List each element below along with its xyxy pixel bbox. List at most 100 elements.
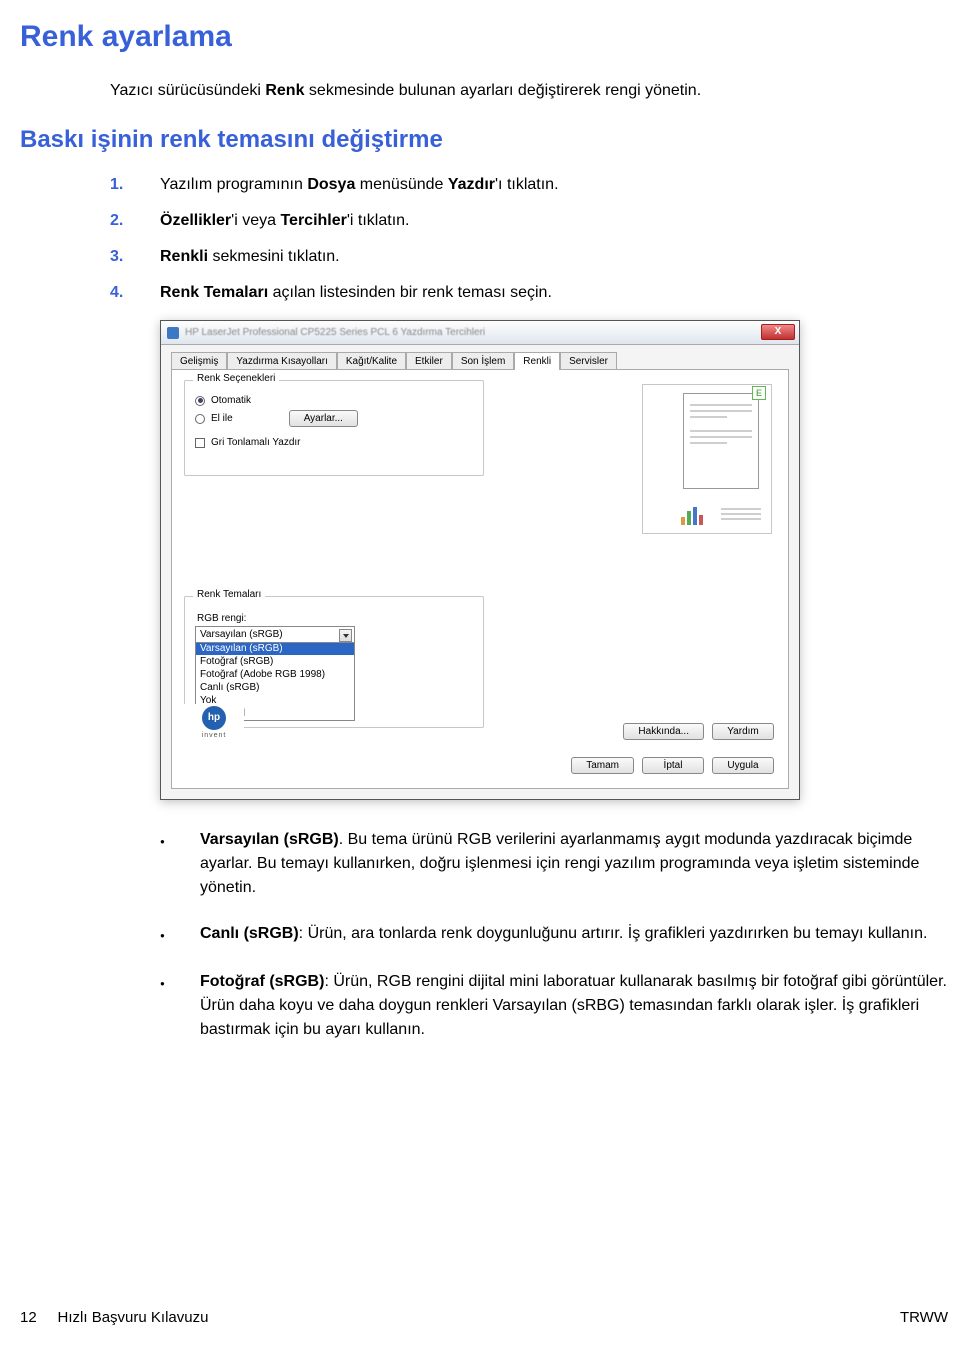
step-text: Özellikler'i veya Tercihler'i tıklatın. (160, 212, 960, 230)
tab-finishing[interactable]: Son İşlem (452, 352, 514, 370)
radio-auto-row[interactable]: Otomatik (195, 395, 473, 406)
footer-title: Hızlı Başvuru Kılavuzu (58, 1309, 209, 1326)
app-icon (167, 327, 179, 339)
tab-effects[interactable]: Etkiler (406, 352, 452, 370)
bullet-bold: Canlı (sRGB) (200, 925, 299, 942)
step-number: 1. (110, 176, 160, 194)
buttons-row-upper: Hakkında... Yardım (623, 723, 774, 740)
dialog-screenshot: HP LaserJet Professional CP5225 Series P… (160, 320, 960, 800)
steps-list: 1. Yazılım programının Dosya menüsünde Y… (110, 176, 960, 302)
buttons-row-lower: Tamam İptal Uygula (571, 757, 774, 774)
group-title: Renk Seçenekleri (193, 373, 279, 384)
t: açılan listesinden bir renk teması seçin… (268, 284, 552, 301)
rgb-label: RGB rengi: (197, 613, 473, 624)
step-3: 3. Renkli sekmesini tıklatın. (110, 248, 960, 266)
dropdown-item[interactable]: Fotoğraf (Adobe RGB 1998) (196, 668, 354, 681)
checkbox-grayscale-row[interactable]: Gri Tonlamalı Yazdır (195, 437, 473, 448)
titlebar: HP LaserJet Professional CP5225 Series P… (161, 321, 799, 345)
window-title: HP LaserJet Professional CP5225 Series P… (185, 327, 485, 338)
e-badge-icon: E (752, 386, 766, 400)
step-text: Yazılım programının Dosya menüsünde Yazd… (160, 176, 960, 194)
tab-color[interactable]: Renkli (514, 352, 560, 370)
intro-paragraph: Yazıcı sürücüsündeki Renk sekmesinde bul… (110, 82, 960, 100)
t: 'i tıklatın. (347, 212, 410, 229)
t: Yazdır (448, 176, 495, 193)
bullet-bold: Varsayılan (sRGB) (200, 831, 339, 848)
step-number: 2. (110, 212, 160, 230)
intro-bold: Renk (265, 82, 304, 99)
radio-icon (195, 396, 205, 406)
color-bars-icon (681, 505, 703, 525)
step-text: Renk Temaları açılan listesinden bir ren… (160, 284, 960, 302)
step-text: Renkli sekmesini tıklatın. (160, 248, 960, 266)
dropdown-item[interactable]: Varsayılan (sRGB) (196, 642, 354, 655)
tab-paper[interactable]: Kağıt/Kalite (337, 352, 406, 370)
t: 'i veya (231, 212, 280, 229)
cancel-button[interactable]: İptal (642, 757, 704, 774)
about-button[interactable]: Hakkında... (623, 723, 704, 740)
help-button[interactable]: Yardım (712, 723, 774, 740)
bullet-text: Fotoğraf (sRGB): Ürün, RGB rengini dijit… (200, 970, 960, 1042)
hp-logo-icon: hp (202, 706, 226, 730)
page-heading: Renk ayarlama (20, 20, 960, 54)
rgb-theme-dropdown[interactable]: Varsayılan (sRGB) (195, 626, 355, 643)
footer-left: 12 Hızlı Başvuru Kılavuzu (20, 1309, 208, 1326)
bullet-bold: Fotoğraf (sRGB) (200, 973, 324, 990)
t: Renkli (160, 248, 208, 265)
step-1: 1. Yazılım programının Dosya menüsünde Y… (110, 176, 960, 194)
t: Renk Temaları (160, 284, 268, 301)
tab-shortcuts[interactable]: Yazdırma Kısayolları (227, 352, 337, 370)
radio-icon (195, 414, 205, 424)
bullet-item: Canlı (sRGB): Ürün, ara tonlarda renk do… (160, 922, 960, 948)
checkbox-gray-label: Gri Tonlamalı Yazdır (211, 437, 300, 448)
page-preview: E (642, 384, 772, 534)
tab-body: Renk Seçenekleri Otomatik El ile Ayarlar… (171, 369, 789, 789)
bullet-text: Canlı (sRGB): Ürün, ara tonlarda renk do… (200, 922, 960, 948)
step-4: 4. Renk Temaları açılan listesinden bir … (110, 284, 960, 302)
bullet-text: Varsayılan (sRGB). Bu tema ürünü RGB ver… (200, 828, 960, 900)
page-number: 12 (20, 1309, 37, 1326)
radio-manual-row[interactable]: El ile Ayarlar... (195, 410, 473, 427)
bullet-icon (160, 970, 200, 1042)
step-number: 4. (110, 284, 160, 302)
t: Dosya (307, 176, 355, 193)
print-preferences-dialog: HP LaserJet Professional CP5225 Series P… (160, 320, 800, 800)
ok-button[interactable]: Tamam (571, 757, 634, 774)
radio-manual-label: El ile (211, 413, 233, 424)
sub-heading: Baskı işinin renk temasını değiştirme (20, 126, 960, 154)
t: Tercihler (280, 212, 346, 229)
checkbox-icon (195, 438, 205, 448)
bullet-item: Varsayılan (sRGB). Bu tema ürünü RGB ver… (160, 828, 960, 900)
t: Yazılım programının (160, 176, 307, 193)
footer-right: TRWW (900, 1309, 948, 1326)
step-2: 2. Özellikler'i veya Tercihler'i tıklatı… (110, 212, 960, 230)
chevron-down-icon (339, 629, 352, 642)
t: Özellikler (160, 212, 231, 229)
t: menüsünde (355, 176, 448, 193)
close-button[interactable]: X (761, 324, 795, 340)
hp-logo-sub: invent (202, 732, 227, 739)
dropdown-selected: Varsayılan (sRGB) (200, 629, 283, 640)
dropdown-item[interactable]: Fotoğraf (sRGB) (196, 655, 354, 668)
group-title: Renk Temaları (193, 589, 265, 600)
tabs-row: Gelişmiş Yazdırma Kısayolları Kağıt/Kali… (161, 345, 799, 369)
t: sekmesini tıklatın. (208, 248, 340, 265)
dropdown-item[interactable]: Canlı (sRGB) (196, 681, 354, 694)
settings-button[interactable]: Ayarlar... (289, 410, 358, 427)
hp-logo: hp invent (184, 704, 244, 740)
page-footer: 12 Hızlı Başvuru Kılavuzu TRWW (20, 1309, 948, 1326)
preview-page: E (683, 393, 759, 489)
preview-lines (721, 505, 761, 523)
tab-advanced[interactable]: Gelişmiş (171, 352, 227, 370)
bullet-item: Fotoğraf (sRGB): Ürün, RGB rengini dijit… (160, 970, 960, 1042)
color-options-group: Renk Seçenekleri Otomatik El ile Ayarlar… (184, 380, 484, 476)
radio-auto-label: Otomatik (211, 395, 251, 406)
bullets-list: Varsayılan (sRGB). Bu tema ürünü RGB ver… (160, 828, 960, 1042)
tab-services[interactable]: Servisler (560, 352, 617, 370)
intro-post: sekmesinde bulunan ayarları değiştirerek… (304, 82, 701, 99)
bullet-icon (160, 922, 200, 948)
bullet-rest: : Ürün, ara tonlarda renk doygunluğunu a… (299, 925, 928, 942)
step-number: 3. (110, 248, 160, 266)
apply-button[interactable]: Uygula (712, 757, 774, 774)
intro-pre: Yazıcı sürücüsündeki (110, 82, 265, 99)
